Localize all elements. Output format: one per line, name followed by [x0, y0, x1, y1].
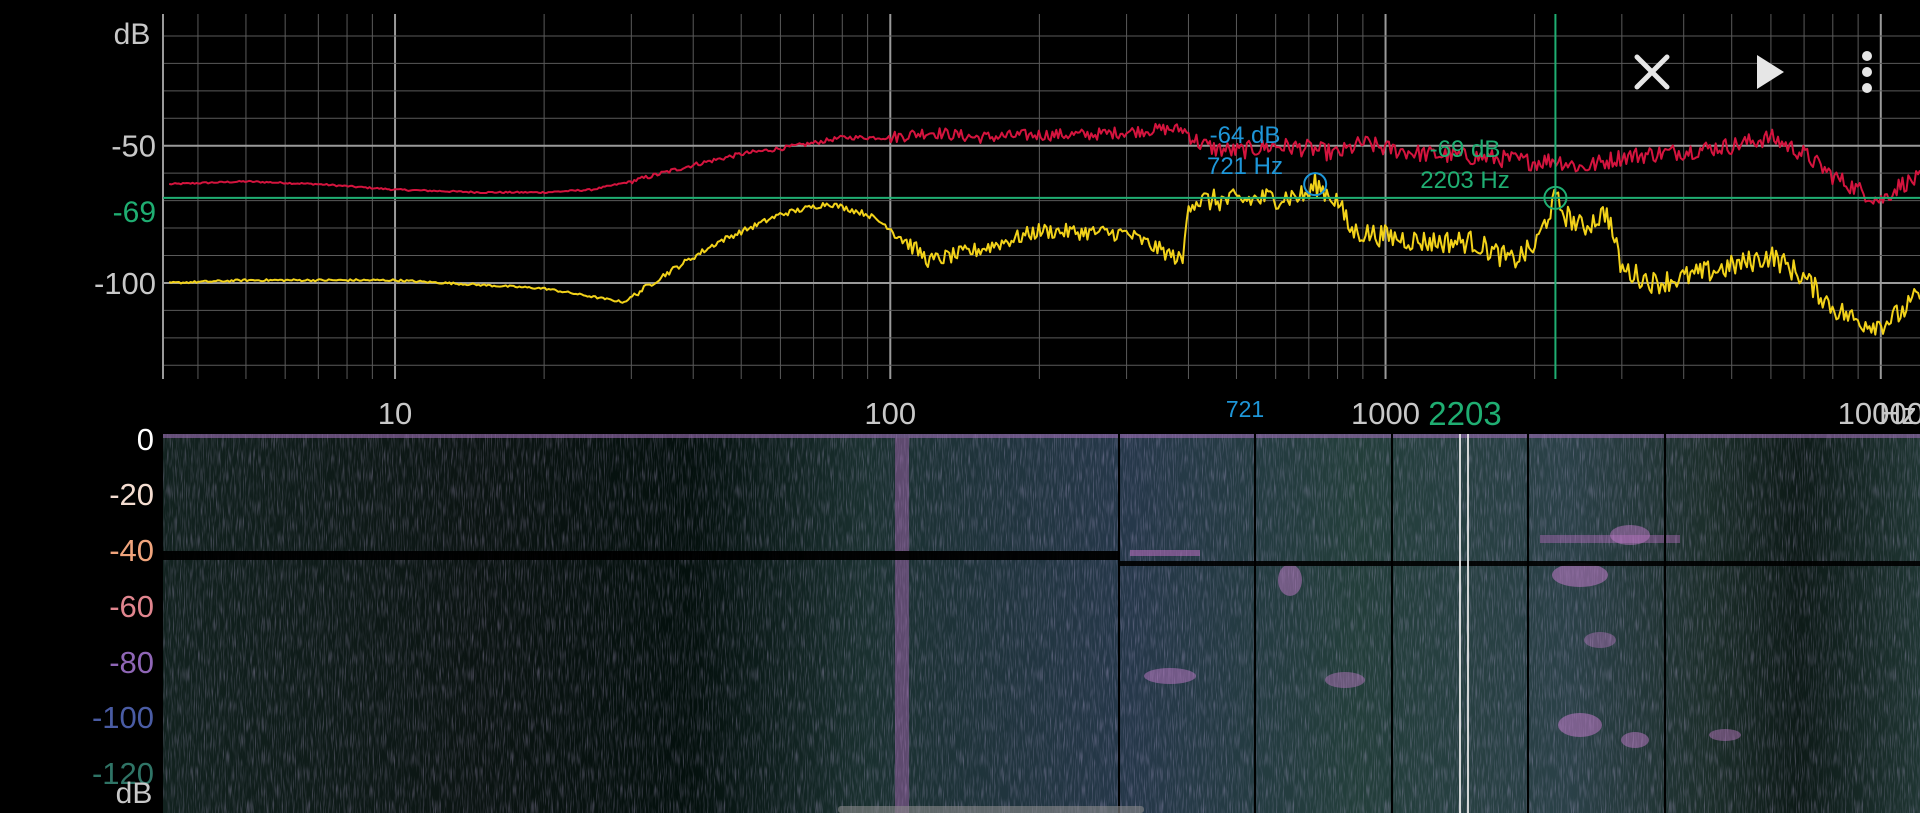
x-tick-label: 100 [864, 396, 916, 431]
spectrum-hz-unit: Hz [1879, 396, 1917, 431]
cursor-a-db-label: -64 dB [1210, 122, 1281, 149]
x-axis-labels: 10 100 1000 10000 [378, 396, 1920, 431]
play-button[interactable] [1740, 44, 1796, 100]
spectrogram-db-unit: dB [116, 777, 153, 810]
scale-label: -80 [109, 645, 154, 680]
spectrogram-panel[interactable] [163, 434, 1920, 813]
spectrogram-scale: 0 -20 -40 -60 -80 -100 -120 [92, 422, 154, 791]
trace-red [168, 122, 1920, 205]
cursor-b-y-axis-label: -69 [113, 196, 156, 229]
scale-label: -100 [92, 700, 154, 735]
cursor-a-axis-label: 721 [1226, 396, 1264, 422]
scale-label: -60 [109, 589, 154, 624]
x-tick-label: 10 [378, 396, 412, 431]
scale-label: 0 [137, 422, 154, 457]
more-vert-icon [1862, 51, 1872, 93]
spectrogram-scrollbar[interactable] [838, 806, 1144, 813]
spectrum-db-unit: dB [114, 18, 151, 51]
more-options-button[interactable] [1842, 44, 1892, 100]
y-tick-label: -100 [94, 266, 156, 301]
analyzer-canvas[interactable]: -50-100 10 100 1000 10000 dB Hz -64 dB 721 … [0, 0, 1920, 813]
cursor-b-readout: -69 dB 2203 Hz 2203 -69 [113, 136, 1510, 432]
close-button[interactable] [1624, 44, 1680, 100]
y-tick-label: -50 [111, 129, 156, 164]
analyzer-screen: -50 -100 10 100 1000 10000 dB Hz -64 dB 721 … [0, 0, 1920, 813]
spectrogram-noise [163, 434, 1920, 813]
x-tick-label: 1000 [1351, 396, 1420, 431]
cursor-b-db-label: -69 dB [1430, 136, 1501, 163]
cursor-a-readout: -64 dB 721 Hz 721 [1207, 122, 1283, 422]
cursor-a-hz-label: 721 Hz [1207, 153, 1283, 180]
scale-label: -20 [109, 477, 154, 512]
cursor-b-hz-label: 2203 Hz [1420, 167, 1509, 194]
spectrum-traces [168, 122, 1920, 336]
cursor-b-axis-label: 2203 [1428, 395, 1501, 432]
scale-label: -40 [109, 533, 154, 568]
